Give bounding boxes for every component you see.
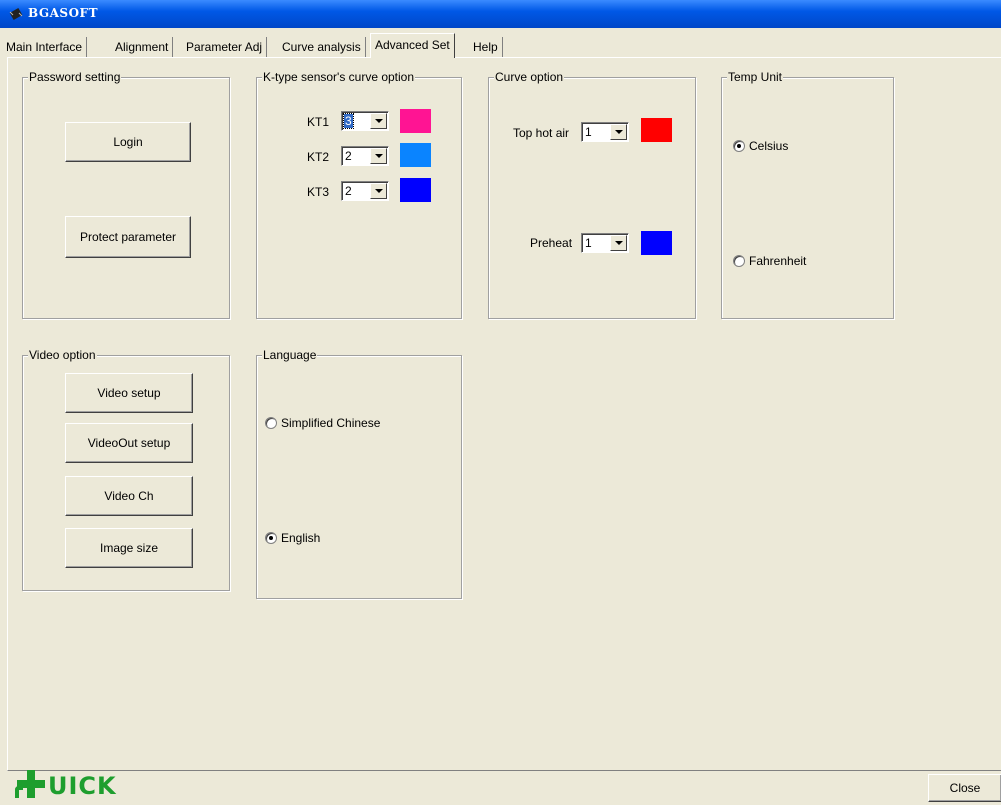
english-label: English [281,531,321,545]
videoout-setup-label: VideoOut setup [87,436,171,450]
window-title: BGASOFT [28,6,98,20]
top-hot-air-select[interactable]: 1 [581,122,629,142]
kt2-label: KT2 [307,150,330,164]
top-hot-air-color-swatch[interactable] [641,118,672,142]
quick-logo: UICK [10,768,130,805]
language-legend: Language [262,348,318,362]
radio-unselected-icon[interactable] [733,255,745,267]
password-setting-group: Password setting Login Protect parameter [22,70,230,319]
image-size-button[interactable]: Image size [65,528,193,568]
temp-unit-group: Temp Unit Celsius Fahrenheit [721,70,894,319]
protect-parameter-button[interactable]: Protect parameter [65,216,191,258]
video-option-group: Video option Video setup VideoOut setup … [22,348,230,591]
temp-unit-legend: Temp Unit [727,70,784,84]
kt1-color-swatch[interactable] [400,109,431,133]
video-ch-label: Video Ch [104,489,154,503]
chevron-down-icon[interactable] [370,148,387,164]
ktype-sensor-group: K-type sensor's curve option KT1 3 KT2 2… [256,70,462,319]
radio-unselected-icon[interactable] [265,417,277,429]
language-group: Language Simplified Chinese English [256,348,462,599]
app-chip-icon [9,8,23,20]
chevron-down-icon[interactable] [370,113,387,129]
login-button-label: Login [113,135,143,149]
kt1-label: KT1 [307,115,330,129]
kt2-color-swatch[interactable] [400,143,431,167]
tab-parameter-adj[interactable]: Parameter Adj [182,37,268,57]
curve-option-group: Curve option Top hot air 1 Preheat 1 [488,70,696,319]
kt3-select[interactable]: 2 [341,181,389,201]
kt1-select[interactable]: 3 [341,111,389,131]
tab-curve-analysis[interactable]: Curve analysis [278,37,366,57]
image-size-label: Image size [99,541,159,555]
top-hot-air-label: Top hot air [513,126,570,140]
curve-option-legend: Curve option [494,70,565,84]
title-bar: BGASOFT [0,0,1001,28]
preheat-select[interactable]: 1 [581,233,629,253]
close-button-label: Close [949,781,981,795]
quick-logo-text: UICK [48,772,117,800]
celsius-label: Celsius [749,139,789,153]
chevron-down-icon[interactable] [610,124,627,140]
tab-advanced-set[interactable]: Advanced Set [370,33,455,58]
protect-parameter-label: Protect parameter [79,230,177,244]
close-button[interactable]: Close [928,774,1001,802]
video-option-legend: Video option [28,348,97,362]
video-setup-button[interactable]: Video setup [65,373,193,413]
tab-strip: Main Interface Alignment Parameter Adj C… [0,28,1001,58]
login-button[interactable]: Login [65,122,191,162]
preheat-value: 1 [585,236,592,250]
kt3-label: KT3 [307,185,330,199]
chevron-down-icon[interactable] [370,183,387,199]
tab-help[interactable]: Help [469,37,503,57]
videoout-setup-button[interactable]: VideoOut setup [65,423,193,463]
kt3-color-swatch[interactable] [400,178,431,202]
tab-main-interface[interactable]: Main Interface [2,37,88,57]
video-setup-label: Video setup [97,386,161,400]
kt2-value: 2 [345,149,352,163]
ktype-sensor-legend: K-type sensor's curve option [262,70,416,84]
password-setting-legend: Password setting [28,70,122,84]
kt2-select[interactable]: 2 [341,146,389,166]
chevron-down-icon[interactable] [610,235,627,251]
radio-selected-icon[interactable] [733,140,745,152]
tab-alignment[interactable]: Alignment [111,37,174,57]
top-hot-air-value: 1 [585,125,592,139]
preheat-color-swatch[interactable] [641,231,672,255]
fahrenheit-label: Fahrenheit [749,254,807,268]
video-ch-button[interactable]: Video Ch [65,476,193,516]
kt1-value: 3 [343,113,354,129]
simplified-chinese-label: Simplified Chinese [281,416,381,430]
kt3-value: 2 [345,184,352,198]
preheat-label: Preheat [530,236,573,250]
radio-selected-icon[interactable] [265,532,277,544]
